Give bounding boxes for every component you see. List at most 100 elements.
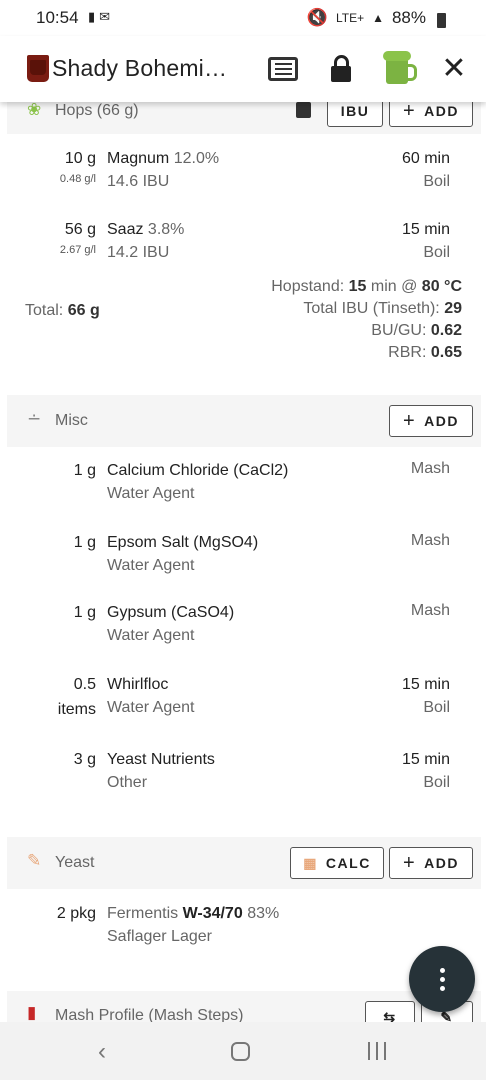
more-dot-icon xyxy=(439,967,445,973)
hop-ibu: 14.6 IBU xyxy=(107,173,170,190)
status-right: 🔇 LTE+ ▲ 88% xyxy=(307,8,446,28)
yeast-code: W-34/70 xyxy=(182,905,243,922)
misc-title: Misc xyxy=(55,412,88,429)
misc-name: Whirlfloc xyxy=(107,676,169,693)
plus-icon: + xyxy=(402,851,417,874)
lock-icon xyxy=(331,55,351,82)
close-button[interactable]: ✕ xyxy=(435,50,473,88)
misc-qty: 3 g xyxy=(73,751,96,768)
hops-total-value: 66 g xyxy=(67,302,100,319)
ibu-button[interactable]: IBU xyxy=(327,102,383,127)
total-ibu-value: 29 xyxy=(444,300,462,317)
hop-ibu: 14.2 IBU xyxy=(107,244,170,261)
add-misc-label: ADD xyxy=(424,413,460,429)
plus-icon: + xyxy=(402,409,417,432)
misc-type: Other xyxy=(107,774,148,791)
rbr-value: 0.65 xyxy=(430,344,462,361)
yeast-name: Saflager Lager xyxy=(107,928,212,945)
misc-use: Boil xyxy=(423,774,450,791)
misc-name: Epsom Salt (MgSO4) xyxy=(107,534,259,551)
more-dot-icon xyxy=(439,976,445,982)
lock-button[interactable] xyxy=(322,50,360,88)
hop-qty: 56 g xyxy=(64,221,96,238)
brew-button[interactable] xyxy=(378,50,417,88)
hop-name: Saaz xyxy=(107,221,144,238)
recipe-content[interactable]: ❀ Hops (66 g) IBU + ADD 10 g 0.48 g/l Mag… xyxy=(0,102,486,1022)
hopstand-temp: 80 °C xyxy=(421,278,462,295)
misc-use: Mash xyxy=(410,532,450,549)
newspaper-button[interactable] xyxy=(264,50,302,88)
thermometer-icon: ▮ xyxy=(27,1003,37,1022)
hops-total-label: Total: xyxy=(25,302,64,319)
beer-mug-icon xyxy=(383,51,417,84)
hops-header: ❀ Hops (66 g) IBU + ADD xyxy=(7,102,481,134)
calc-label: CALC xyxy=(325,855,371,871)
network-label: LTE+ xyxy=(335,11,365,25)
total-ibu-line: Total IBU (Tinseth): 29 xyxy=(303,300,462,318)
more-dot-icon xyxy=(439,985,445,991)
recipe-title: Shady Bohemi… xyxy=(52,55,228,81)
yeast-attenuation: 83% xyxy=(247,905,280,922)
status-bar: 10:54 ▮✉ 🔇 LTE+ ▲ 88% xyxy=(0,0,486,36)
notification-icons: ▮✉ xyxy=(88,9,115,24)
yeast-calc-button[interactable]: ▦ CALC xyxy=(290,847,384,879)
hop-use: Boil xyxy=(423,244,450,261)
home-icon[interactable] xyxy=(231,1042,250,1061)
misc-type: Water Agent xyxy=(107,699,195,716)
misc-type: Water Agent xyxy=(107,485,195,502)
misc-name: Calcium Chloride (CaCl2) xyxy=(107,462,289,479)
hop-icon: ❀ xyxy=(27,102,42,119)
misc-type: Water Agent xyxy=(107,557,195,574)
close-icon: ✕ xyxy=(441,52,467,85)
spoon-icon: ∸ xyxy=(27,409,42,428)
misc-qty-unit: items xyxy=(57,701,96,718)
newspaper-icon xyxy=(268,57,298,81)
hop-rate: 0.48 g/l xyxy=(59,173,96,185)
hop-name: Magnum xyxy=(107,150,170,167)
hopstand-time: 15 xyxy=(348,278,367,295)
add-hop-button[interactable]: + ADD xyxy=(389,102,473,127)
recents-icon[interactable] xyxy=(368,1042,386,1060)
hop-time: 60 min xyxy=(401,150,450,167)
hopstand-label: Hopstand: xyxy=(271,278,345,295)
misc-use: Boil xyxy=(423,699,450,716)
bugu-value: 0.62 xyxy=(430,322,462,339)
status-time: 10:54 xyxy=(36,8,79,27)
more-fab-button[interactable] xyxy=(409,946,475,1012)
misc-name: Gypsum (CaSO4) xyxy=(107,604,235,621)
hop-alpha: 3.8% xyxy=(147,221,185,238)
misc-qty: 1 g xyxy=(73,462,96,479)
misc-time: 15 min xyxy=(401,676,450,693)
back-icon[interactable]: ‹ xyxy=(98,1038,106,1066)
misc-type: Water Agent xyxy=(107,627,195,644)
hopstand-line: Hopstand: 15 min @ 80 °C xyxy=(271,278,462,296)
add-yeast-button[interactable]: + ADD xyxy=(389,847,473,879)
misc-qty: 0.5 xyxy=(73,676,96,693)
ibu-button-label: IBU xyxy=(340,103,370,119)
mash-swap-button[interactable]: ⇆ xyxy=(365,1001,415,1022)
mash-header: ▮ Mash Profile (Mash Steps) ⇆ ✎ xyxy=(7,991,481,1022)
bugu-label: BU/GU: xyxy=(371,322,427,339)
yeast-header: ✎ Yeast ▦ CALC + ADD xyxy=(7,837,481,889)
yeast-qty: 2 pkg xyxy=(56,905,96,922)
app-screen: 10:54 ▮✉ 🔇 LTE+ ▲ 88% Shady Bohemi… ✕ ❀ … xyxy=(0,0,486,1080)
mash-title: Mash Profile (Mash Steps) xyxy=(55,1007,244,1022)
misc-use: Mash xyxy=(410,460,450,477)
hop-use: Boil xyxy=(423,173,450,190)
hopstand-unit: min @ xyxy=(370,278,418,295)
signal-icon: ▲ xyxy=(372,11,384,25)
misc-time: 15 min xyxy=(401,751,450,768)
hop-qty: 10 g xyxy=(64,150,96,167)
hops-title: Hops (66 g) xyxy=(55,102,139,119)
test-tube-icon: ✎ xyxy=(27,851,42,870)
add-misc-button[interactable]: + ADD xyxy=(389,405,473,437)
yeast-title: Yeast xyxy=(55,854,95,871)
system-nav-bar: ‹ xyxy=(0,1022,486,1080)
notes-icon[interactable] xyxy=(296,102,311,118)
hop-alpha: 12.0% xyxy=(173,150,220,167)
mute-icon: 🔇 xyxy=(306,8,328,27)
misc-header: ∸ Misc + ADD xyxy=(7,395,481,447)
plus-icon: + xyxy=(402,102,417,122)
rbr-label: RBR: xyxy=(388,344,427,361)
rbr-line: RBR: 0.65 xyxy=(388,344,462,362)
